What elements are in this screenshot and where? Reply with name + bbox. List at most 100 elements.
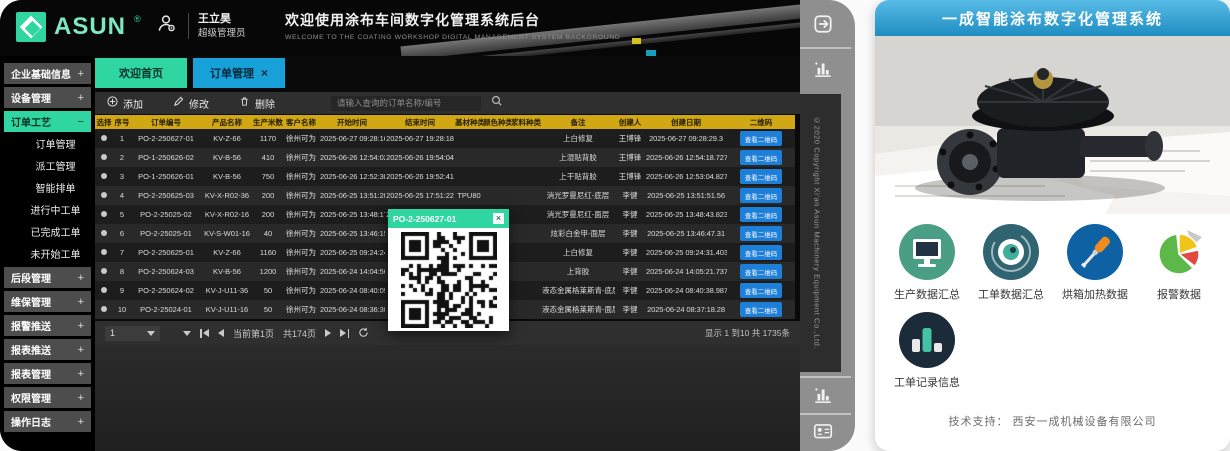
- sidebar-item[interactable]: 订单工艺−: [4, 111, 91, 132]
- shortcut-alarm-data[interactable]: 报警数据: [1137, 224, 1221, 302]
- sidebar-subitem[interactable]: 已完成工单: [4, 221, 91, 242]
- row-select-radio[interactable]: [101, 211, 107, 217]
- cell: 李健: [615, 224, 645, 243]
- column-header: 产品名称: [201, 115, 253, 129]
- table-row[interactable]: 1PO-2-250627-01KV-Z-661170徐州可为2025-06-27…: [95, 129, 795, 148]
- sidebar-subitem[interactable]: 未开始工单: [4, 243, 91, 264]
- cell: PO-2-25024-01: [131, 300, 201, 319]
- cell: KV-Z-66: [201, 129, 253, 148]
- table-row[interactable]: 3PO-1-250626-01KV-B-56750徐州可为2025-06-26 …: [95, 167, 795, 186]
- shortcut-workorder-records[interactable]: 工单记录信息: [885, 312, 969, 390]
- cell: 炫彩白金甲-面层: [541, 224, 615, 243]
- cell: 王博锋: [615, 167, 645, 186]
- sidebar-item[interactable]: 设备管理+: [4, 87, 91, 108]
- edit-button[interactable]: 修改: [173, 96, 209, 111]
- user-block[interactable]: 王立昊 超级管理员: [155, 11, 246, 40]
- row-select-radio[interactable]: [101, 306, 107, 312]
- machinery-photo-decoration: [632, 38, 641, 44]
- user-name: 王立昊: [198, 12, 246, 27]
- contact-card-button[interactable]: [803, 416, 843, 450]
- shortcut-production-summary[interactable]: 生产数据汇总: [885, 224, 969, 302]
- view-qrcode-button[interactable]: 查看二维码: [740, 188, 783, 203]
- add-button[interactable]: 添加: [107, 96, 143, 111]
- dropdown-icon[interactable]: [183, 331, 191, 336]
- cell: 液态金属格莱斯青-面层: [541, 300, 615, 319]
- sidebar-item[interactable]: 报表推送+: [4, 339, 91, 360]
- table-row[interactable]: 2PO-1-250626-02KV-B-56410徐州可为2025-06-26 …: [95, 148, 795, 167]
- search-icon[interactable]: [491, 94, 503, 112]
- cell: 2025-06-25 17:51:22: [385, 186, 455, 205]
- divider: [188, 13, 189, 39]
- first-page-button[interactable]: [200, 329, 209, 338]
- side-rail: ©2020 Copyright Xi'an Asun Machinery Equ…: [793, 0, 855, 451]
- refresh-icon[interactable]: [358, 327, 369, 340]
- shortcut-workorder-summary[interactable]: 工单数据汇总: [969, 224, 1053, 302]
- cell: 消光罗曼尼红-底层: [541, 186, 615, 205]
- row-select-radio[interactable]: [101, 287, 107, 293]
- sidebar-subitem[interactable]: 智能排单: [4, 177, 91, 198]
- statistics-button-bottom[interactable]: [803, 380, 843, 414]
- shortcut-grid: 生产数据汇总 工单数据汇总 烘箱加热数据 报警数据: [875, 214, 1230, 400]
- cell: 徐州可为: [283, 148, 319, 167]
- view-qrcode-button[interactable]: 查看二维码: [740, 169, 783, 184]
- sidebar-item[interactable]: 企业基础信息+: [4, 63, 91, 84]
- view-qrcode-button[interactable]: 查看二维码: [740, 264, 783, 279]
- sidebar-subitem[interactable]: 进行中工单: [4, 199, 91, 220]
- cell: 徐州可为: [283, 186, 319, 205]
- sidebar-item[interactable]: 报警推送+: [4, 315, 91, 336]
- tab-welcome-home[interactable]: 欢迎首页: [95, 58, 187, 88]
- view-qrcode-button[interactable]: 查看二维码: [740, 207, 783, 222]
- column-header: 备注: [541, 115, 615, 129]
- sidebar-subitem[interactable]: 派工管理: [4, 155, 91, 176]
- cell: [511, 243, 541, 262]
- prev-page-button[interactable]: [218, 329, 224, 337]
- cell: 2025-06-24 08:36:30: [319, 300, 385, 319]
- monitor-icon: [899, 224, 955, 280]
- row-select-radio[interactable]: [101, 173, 107, 179]
- view-qrcode-button[interactable]: 查看二维码: [740, 131, 783, 146]
- delete-button[interactable]: 删除: [239, 96, 275, 111]
- row-select-radio[interactable]: [101, 249, 107, 255]
- next-page-button[interactable]: [325, 329, 331, 337]
- page-size-select[interactable]: 1: [105, 326, 160, 341]
- main-panel: ASUN ® 王立昊 超级管理员 欢迎使用涂布车间数字化管理系统后台 WELCO…: [0, 0, 800, 451]
- shortcut-oven-heating-data[interactable]: 烘箱加热数据: [1053, 224, 1137, 302]
- statistics-button-top[interactable]: [803, 54, 843, 88]
- popup-close-icon[interactable]: ×: [493, 213, 504, 224]
- row-select-radio[interactable]: [101, 154, 107, 160]
- expand-icon: −: [78, 116, 84, 128]
- tab-order-management[interactable]: 订单管理 ×: [193, 58, 285, 88]
- cell: [455, 167, 483, 186]
- cell: 徐州可为: [283, 300, 319, 319]
- row-select-radio[interactable]: [101, 268, 107, 274]
- cell: PO-2-250625-01: [131, 243, 201, 262]
- view-qrcode-button[interactable]: 查看二维码: [740, 245, 783, 260]
- sidebar-item-label: 维保管理: [11, 294, 51, 309]
- tab-bar: 欢迎首页 订单管理 ×: [95, 58, 800, 88]
- view-qrcode-button[interactable]: 查看二维码: [740, 283, 783, 298]
- cell: 李健: [615, 300, 645, 319]
- column-header: 开始时间: [319, 115, 385, 129]
- expand-icon: +: [78, 272, 84, 284]
- view-qrcode-button[interactable]: 查看二维码: [740, 302, 783, 317]
- column-header: 基材种类: [455, 115, 483, 129]
- row-select-radio[interactable]: [101, 230, 107, 236]
- sidebar-subitem[interactable]: 订单管理: [4, 133, 91, 154]
- row-select-radio[interactable]: [101, 192, 107, 198]
- exit-button[interactable]: [803, 9, 843, 43]
- cell: [511, 129, 541, 148]
- search-input[interactable]: [331, 96, 481, 111]
- sidebar-item[interactable]: 权限管理+: [4, 387, 91, 408]
- sidebar-item[interactable]: 维保管理+: [4, 291, 91, 312]
- close-tab-icon[interactable]: ×: [261, 66, 268, 80]
- table-row[interactable]: 4PO-2-250625-03KV-X-R02-36200徐州可为2025-06…: [95, 186, 795, 205]
- view-qrcode-button[interactable]: 查看二维码: [740, 150, 783, 165]
- sidebar-item[interactable]: 操作日志+: [4, 411, 91, 432]
- view-qrcode-button[interactable]: 查看二维码: [740, 226, 783, 241]
- last-page-button[interactable]: [340, 329, 349, 338]
- row-select-radio[interactable]: [101, 135, 107, 141]
- sidebar-item[interactable]: 后段管理+: [4, 267, 91, 288]
- cell: 2025-06-26 12:54:18.727: [645, 148, 727, 167]
- sidebar-item[interactable]: 报表管理+: [4, 363, 91, 384]
- cell: [483, 129, 511, 148]
